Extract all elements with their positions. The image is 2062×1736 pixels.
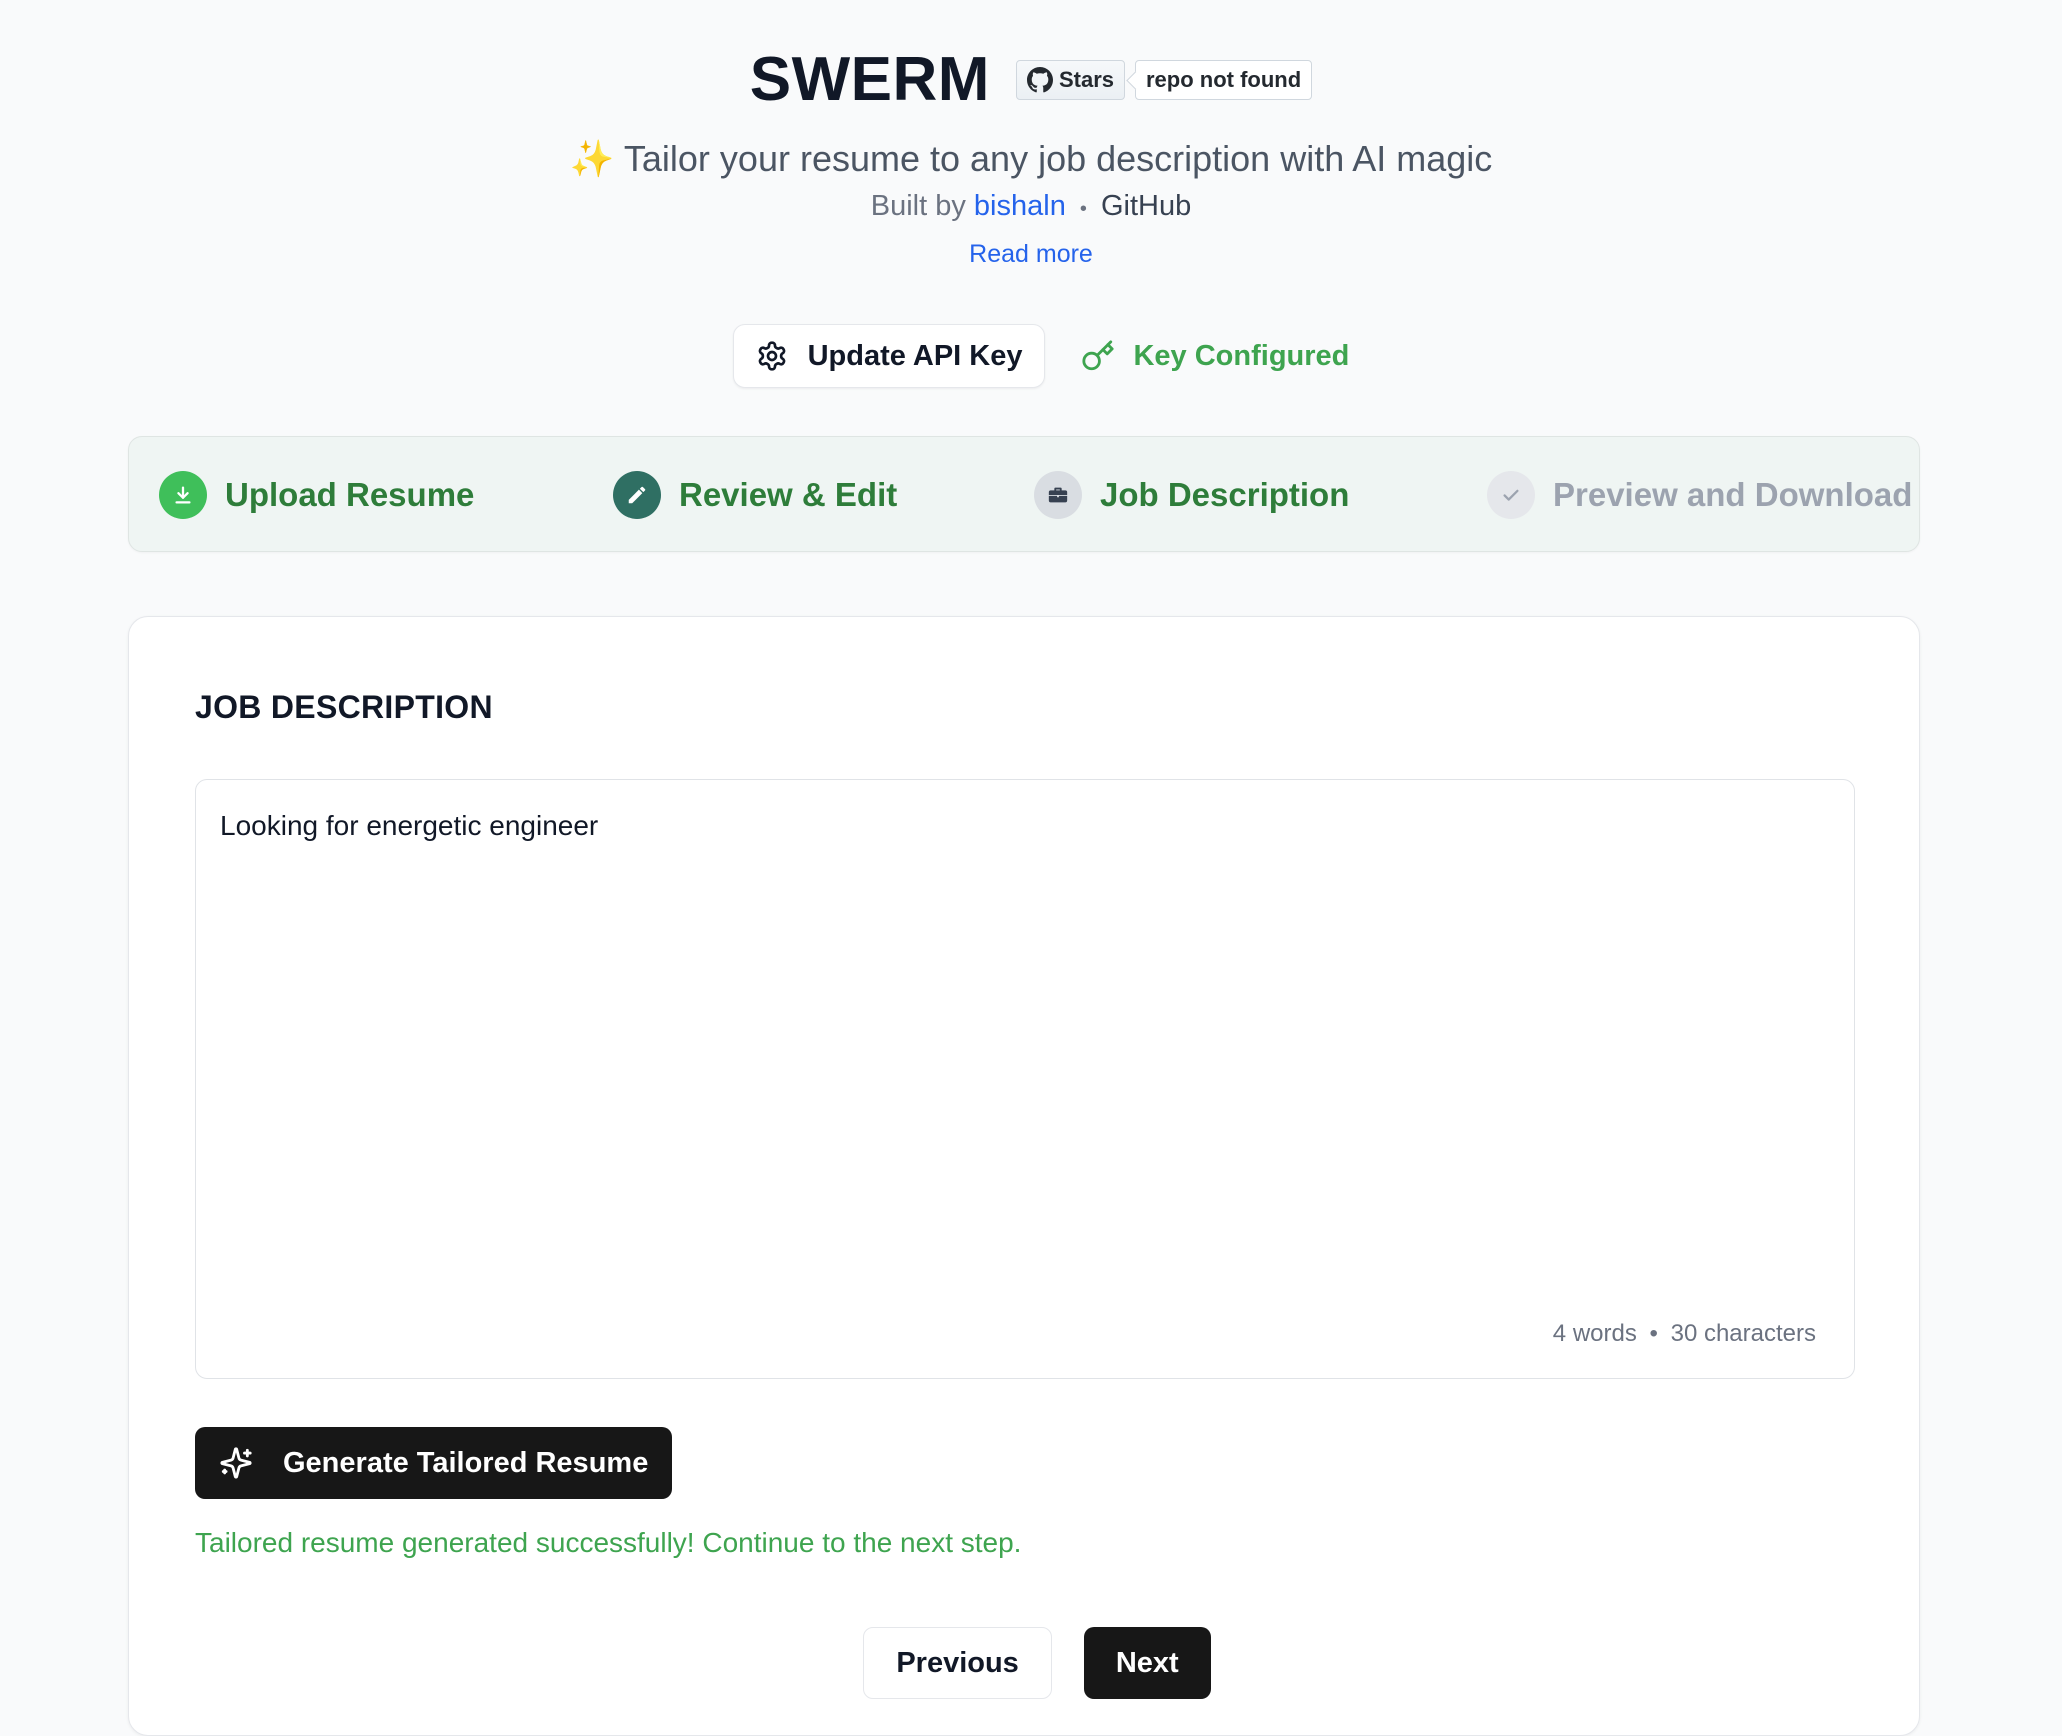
sparkles-icon: ✨ <box>569 138 615 179</box>
step-navigation: Previous Next <box>129 1627 1921 1699</box>
step-preview-download[interactable]: Preview and Download <box>1487 471 1912 519</box>
stars-label: Stars <box>1058 66 1114 92</box>
separator: • <box>1079 198 1087 220</box>
step-review-edit[interactable]: Review & Edit <box>613 471 897 519</box>
gear-icon <box>758 341 785 371</box>
success-message: Tailored resume generated successfully! … <box>195 1527 1022 1558</box>
author-link[interactable]: bishaln <box>974 190 1066 222</box>
app-title: SWERM <box>749 45 990 114</box>
step-label: Review & Edit <box>679 476 898 513</box>
api-key-row: Update API Key Key Configured <box>0 324 2062 388</box>
github-stars-button[interactable]: Stars <box>1015 59 1125 100</box>
tagline-text: Tailor your resume to any job descriptio… <box>623 138 1493 179</box>
update-api-key-label: Update API Key <box>807 339 1023 372</box>
step-label: Upload Resume <box>225 476 475 513</box>
built-by: Built by bishaln • GitHub <box>0 190 2062 223</box>
briefcase-icon <box>1034 471 1082 519</box>
previous-button[interactable]: Previous <box>863 1627 1052 1699</box>
generate-tailored-resume-button[interactable]: Generate Tailored Resume <box>195 1427 673 1499</box>
job-description-value: Looking for energetic engineer <box>220 810 599 841</box>
tagline: ✨ Tailor your resume to any job descript… <box>0 138 2062 180</box>
sparkles-icon <box>220 1447 252 1479</box>
word-count: 4 words <box>1552 1320 1637 1347</box>
title-row: SWERM Stars repo not found <box>0 44 2062 115</box>
job-description-input[interactable]: Looking for energetic engineer 4 words •… <box>195 779 1855 1379</box>
section-heading: JOB DESCRIPTION <box>195 689 493 725</box>
step-label: Job Description <box>1100 476 1350 513</box>
word-char-count: 4 words • 30 characters <box>1553 1320 1816 1348</box>
step-label: Preview and Download <box>1553 476 1913 513</box>
github-link[interactable]: GitHub <box>1101 190 1191 222</box>
github-icon <box>1026 66 1053 92</box>
generate-label: Generate Tailored Resume <box>283 1446 649 1479</box>
progress-stepper: Upload Resume Review & Edit Job Descript… <box>128 436 1920 552</box>
update-api-key-button[interactable]: Update API Key <box>732 324 1046 388</box>
step-upload-resume[interactable]: Upload Resume <box>159 471 474 519</box>
key-status-label: Key Configured <box>1133 339 1350 372</box>
key-status: Key Configured <box>1081 339 1349 373</box>
download-icon <box>159 471 207 519</box>
char-count: 30 characters <box>1670 1320 1816 1347</box>
pencil-icon <box>613 471 661 519</box>
read-more-link[interactable]: Read more <box>0 240 2062 269</box>
count-separator: • <box>1649 1320 1658 1347</box>
check-icon <box>1487 471 1535 519</box>
next-button[interactable]: Next <box>1083 1627 1211 1699</box>
github-stars-badge[interactable]: Stars repo not found <box>1015 59 1313 100</box>
job-description-card: JOB DESCRIPTION Looking for energetic en… <box>128 616 1920 1736</box>
key-icon <box>1082 340 1115 371</box>
stars-count[interactable]: repo not found <box>1135 59 1313 100</box>
step-job-description[interactable]: Job Description <box>1034 471 1349 519</box>
built-by-prefix: Built by <box>870 190 966 222</box>
